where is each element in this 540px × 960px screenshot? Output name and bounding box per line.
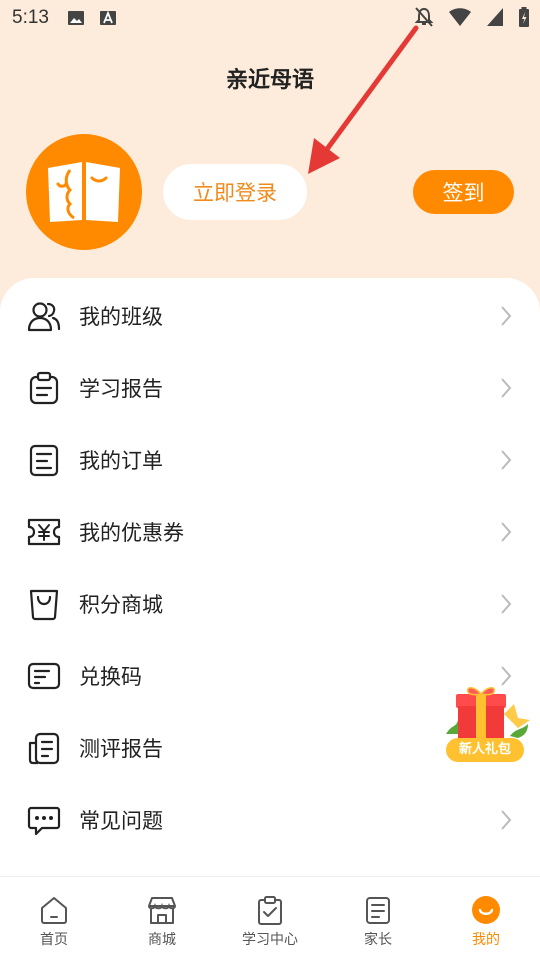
chevron-right-icon [501, 810, 512, 830]
tab-label: 首页 [40, 932, 68, 948]
status-time: 5:13 [12, 7, 49, 28]
status-right [414, 6, 530, 28]
tab-bar: 首页 商城 学习中心 家长 我的 [0, 876, 540, 960]
menu-label: 我的优惠券 [79, 521, 184, 545]
study-icon [258, 896, 282, 925]
image-icon [67, 11, 84, 25]
battery-icon [519, 7, 529, 27]
signal-icon [487, 8, 503, 26]
menu-item-my-class[interactable]: 我的班级 [0, 280, 540, 352]
book-logo-icon [48, 162, 120, 222]
menu-label: 我的班级 [79, 305, 163, 329]
chevron-right-icon [501, 450, 512, 470]
menu-item-points-mall[interactable]: 积分商城 [0, 568, 540, 640]
page-title: 亲近母语 [225, 68, 314, 93]
code-icon [27, 662, 61, 690]
menu-label: 测评报告 [79, 737, 163, 761]
document-icon [29, 444, 59, 477]
clipboard-icon [29, 371, 59, 405]
new-user-gift[interactable]: 新人礼包 [444, 684, 532, 768]
login-button[interactable]: 立即登录 [163, 164, 307, 220]
smile-icon [472, 896, 500, 924]
coupon-icon [27, 518, 61, 546]
tab-mall[interactable]: 商城 [108, 877, 216, 960]
chevron-right-icon [501, 594, 512, 614]
menu-label: 兑换码 [79, 665, 142, 689]
menu-item-my-coupons[interactable]: 我的优惠券 [0, 496, 540, 568]
tab-label: 我的 [472, 932, 500, 948]
chevron-right-icon [501, 378, 512, 398]
menu-card: 我的班级 学习报告 我的订单 我的优惠券 积分商城 兑换码 测评报告 常见问题 [0, 278, 540, 878]
home-icon [41, 897, 67, 924]
book-icon [366, 897, 390, 924]
report-icon [28, 732, 60, 765]
bag-icon [29, 589, 59, 621]
tab-parent[interactable]: 家长 [324, 877, 432, 960]
gift-label: 新人礼包 [446, 738, 524, 762]
menu-label: 常见问题 [79, 809, 163, 833]
app-a-icon [99, 10, 116, 25]
avatar[interactable] [26, 134, 142, 250]
tab-label: 商城 [148, 932, 176, 948]
users-icon [27, 302, 61, 332]
menu-item-my-orders[interactable]: 我的订单 [0, 424, 540, 496]
signin-button[interactable]: 签到 [413, 170, 514, 214]
wifi-icon [449, 8, 471, 26]
menu-label: 学习报告 [79, 377, 163, 401]
chevron-right-icon [501, 306, 512, 326]
tab-label: 家长 [364, 932, 392, 948]
tab-label: 学习中心 [242, 932, 298, 948]
chevron-right-icon [501, 522, 512, 542]
menu-label: 我的订单 [79, 449, 163, 473]
gift-box-icon [446, 687, 530, 738]
status-bar: 5:13 [0, 0, 540, 36]
tab-home[interactable]: 首页 [0, 877, 108, 960]
chat-icon [27, 806, 61, 836]
tab-study-center[interactable]: 学习中心 [216, 877, 324, 960]
annotation-arrow-icon [308, 25, 419, 174]
tab-mine[interactable]: 我的 [432, 877, 540, 960]
menu-label: 积分商城 [79, 593, 163, 617]
store-icon [148, 897, 176, 924]
menu-item-faq[interactable]: 常见问题 [0, 784, 540, 856]
menu-item-study-report[interactable]: 学习报告 [0, 352, 540, 424]
